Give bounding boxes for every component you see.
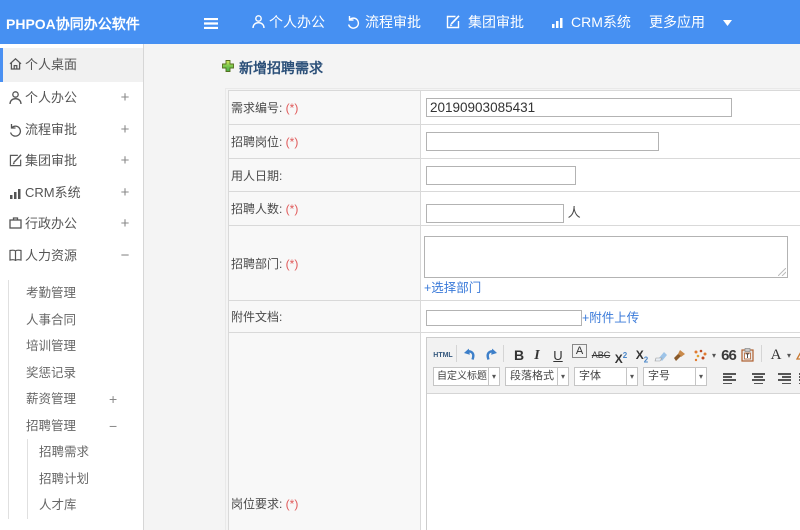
svg-text:T: T <box>746 354 750 360</box>
